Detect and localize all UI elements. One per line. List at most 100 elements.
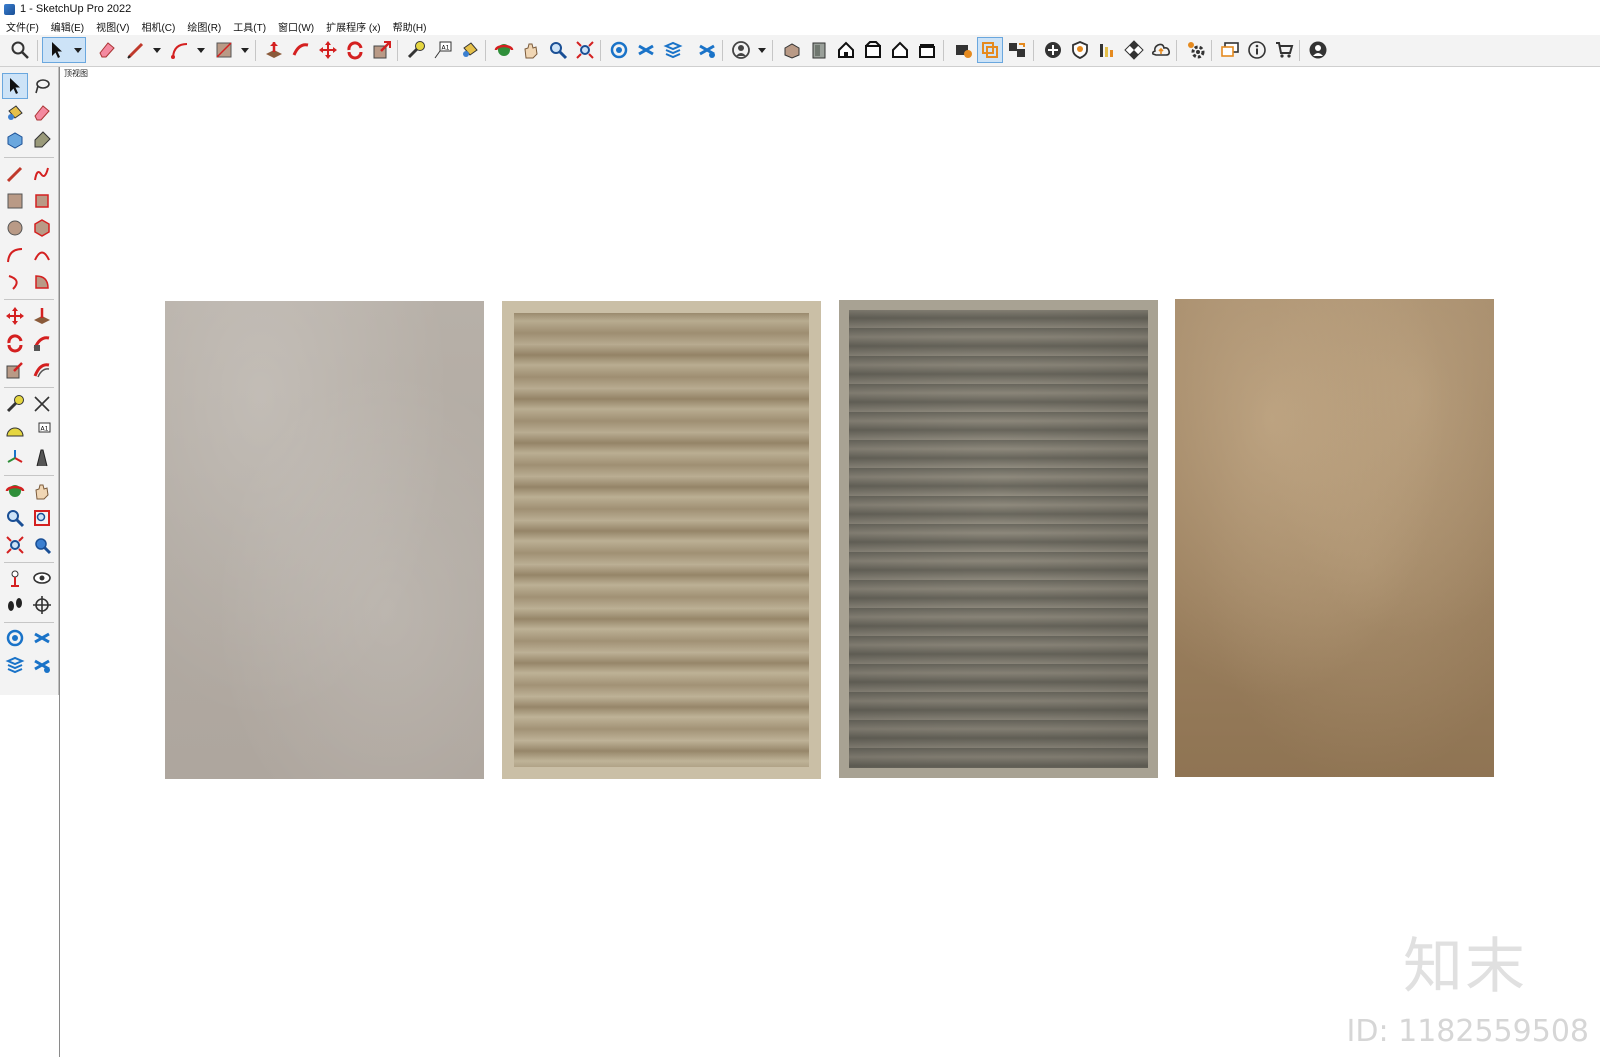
previous-view-icon[interactable] bbox=[30, 533, 54, 557]
cloud-upload-icon[interactable] bbox=[1149, 38, 1173, 62]
rectangle-icon[interactable] bbox=[212, 38, 236, 62]
zoom-extents-icon[interactable] bbox=[3, 533, 27, 557]
axes-icon[interactable] bbox=[3, 446, 27, 470]
zoom-icon[interactable] bbox=[3, 506, 27, 530]
account-icon[interactable] bbox=[729, 38, 753, 62]
offset-icon[interactable] bbox=[30, 358, 54, 382]
pencil-line-icon[interactable] bbox=[124, 38, 148, 62]
pan-icon[interactable] bbox=[519, 38, 543, 62]
orbit-icon[interactable] bbox=[492, 38, 516, 62]
select-arrow-icon[interactable] bbox=[2, 73, 28, 99]
layout-icon[interactable] bbox=[661, 38, 685, 62]
protractor-icon[interactable] bbox=[3, 419, 27, 443]
front-view-icon[interactable] bbox=[834, 38, 858, 62]
tape-measure-icon[interactable] bbox=[404, 38, 428, 62]
rotate-icon[interactable] bbox=[343, 38, 367, 62]
shield-icon[interactable] bbox=[1068, 38, 1092, 62]
zoom-icon[interactable] bbox=[546, 38, 570, 62]
menu-view[interactable]: 视图(V) bbox=[90, 19, 135, 34]
freehand-icon[interactable] bbox=[30, 162, 54, 186]
line-tool-icon[interactable] bbox=[3, 162, 27, 186]
orbit-icon[interactable] bbox=[3, 479, 27, 503]
tag-icon[interactable] bbox=[30, 128, 54, 152]
two-point-arc-icon[interactable] bbox=[30, 243, 54, 267]
gear-icon[interactable] bbox=[1184, 38, 1208, 62]
menu-window[interactable]: 窗口(W) bbox=[272, 19, 320, 34]
left-view-icon[interactable] bbox=[915, 38, 939, 62]
arc-icon[interactable] bbox=[168, 38, 192, 62]
rectangle-icon[interactable] bbox=[3, 189, 27, 213]
move-icon[interactable] bbox=[3, 304, 27, 328]
rotate-icon[interactable] bbox=[3, 331, 27, 355]
look-around-icon[interactable] bbox=[30, 566, 54, 590]
lasso-select-icon[interactable] bbox=[30, 74, 54, 98]
back-view-icon[interactable] bbox=[888, 38, 912, 62]
pan-icon[interactable] bbox=[30, 479, 54, 503]
top-view-icon[interactable] bbox=[807, 38, 831, 62]
zoom-window-icon[interactable] bbox=[30, 506, 54, 530]
arc-icon[interactable] bbox=[3, 243, 27, 267]
menu-camera[interactable]: 相机(C) bbox=[135, 19, 181, 34]
eraser-icon[interactable] bbox=[95, 38, 119, 62]
make-component-icon[interactable] bbox=[3, 128, 27, 152]
rug-grey[interactable] bbox=[165, 301, 484, 779]
add-location-icon[interactable] bbox=[1041, 38, 1065, 62]
position-camera-icon[interactable] bbox=[3, 566, 27, 590]
search-icon[interactable] bbox=[8, 38, 32, 62]
display-section-cuts-icon[interactable] bbox=[1005, 38, 1029, 62]
section-plane-icon[interactable] bbox=[951, 38, 975, 62]
text-tool-icon[interactable]: A1 bbox=[30, 419, 54, 443]
walk-icon[interactable] bbox=[3, 593, 27, 617]
large-tool-set: A1 bbox=[0, 67, 59, 695]
profile-icon[interactable] bbox=[1306, 38, 1330, 62]
menu-extensions[interactable]: 扩展程序 (x) bbox=[320, 19, 386, 34]
scale-icon[interactable] bbox=[370, 38, 394, 62]
rug-gold[interactable] bbox=[502, 301, 821, 779]
scale-icon[interactable] bbox=[3, 358, 27, 382]
rug-brown[interactable] bbox=[1175, 299, 1494, 777]
warehouse-icon[interactable] bbox=[3, 626, 27, 650]
extension-warehouse-icon[interactable] bbox=[30, 626, 54, 650]
extension-manager-icon[interactable] bbox=[695, 38, 719, 62]
menu-file[interactable]: 文件(F) bbox=[0, 19, 45, 34]
rug-dark-grey[interactable] bbox=[839, 300, 1158, 778]
dimension-icon[interactable] bbox=[30, 392, 54, 416]
eraser-icon[interactable] bbox=[30, 101, 54, 125]
menu-draw[interactable]: 绘图(R) bbox=[181, 19, 227, 34]
iso-view-icon[interactable] bbox=[780, 38, 804, 62]
push-pull-icon[interactable] bbox=[30, 304, 54, 328]
circle-icon[interactable] bbox=[3, 216, 27, 240]
extension-manager-icon[interactable] bbox=[30, 653, 54, 677]
title-bar: 1 - SketchUp Pro 2022 bbox=[0, 0, 1600, 18]
extension-warehouse-icon[interactable] bbox=[634, 38, 658, 62]
3d-text-icon[interactable] bbox=[30, 446, 54, 470]
tape-measure-icon[interactable] bbox=[3, 392, 27, 416]
display-section-planes-icon[interactable] bbox=[977, 37, 1003, 63]
menu-tools[interactable]: 工具(T) bbox=[227, 19, 272, 34]
model-viewport[interactable]: 顶视图 知末 ID: 1182559508 bbox=[59, 67, 1600, 1057]
right-view-icon[interactable] bbox=[861, 38, 885, 62]
menu-help[interactable]: 帮助(H) bbox=[387, 19, 433, 34]
watermark-id: ID: 1182559508 bbox=[1346, 1014, 1589, 1049]
zoom-extents-icon[interactable] bbox=[573, 38, 597, 62]
polygon-icon[interactable] bbox=[30, 216, 54, 240]
classifier-icon[interactable] bbox=[1095, 38, 1119, 62]
follow-me-icon[interactable] bbox=[30, 331, 54, 355]
menu-edit[interactable]: 编辑(E) bbox=[45, 19, 90, 34]
move-icon[interactable] bbox=[316, 38, 340, 62]
pie-icon[interactable] bbox=[30, 270, 54, 294]
layout-icon[interactable] bbox=[3, 653, 27, 677]
warehouse-icon[interactable] bbox=[607, 38, 631, 62]
text-tool-icon[interactable]: A1 bbox=[431, 38, 455, 62]
three-point-arc-icon[interactable] bbox=[3, 270, 27, 294]
section-plane-icon[interactable] bbox=[30, 593, 54, 617]
cart-icon[interactable] bbox=[1272, 38, 1296, 62]
rotated-rectangle-icon[interactable] bbox=[30, 189, 54, 213]
message-icon[interactable] bbox=[1218, 38, 1242, 62]
push-pull-icon[interactable] bbox=[262, 38, 286, 62]
follow-me-icon[interactable] bbox=[289, 38, 313, 62]
paint-bucket-icon[interactable] bbox=[458, 38, 482, 62]
info-icon[interactable] bbox=[1245, 38, 1269, 62]
paint-bucket-icon[interactable] bbox=[3, 101, 27, 125]
checker-icon[interactable] bbox=[1122, 38, 1146, 62]
